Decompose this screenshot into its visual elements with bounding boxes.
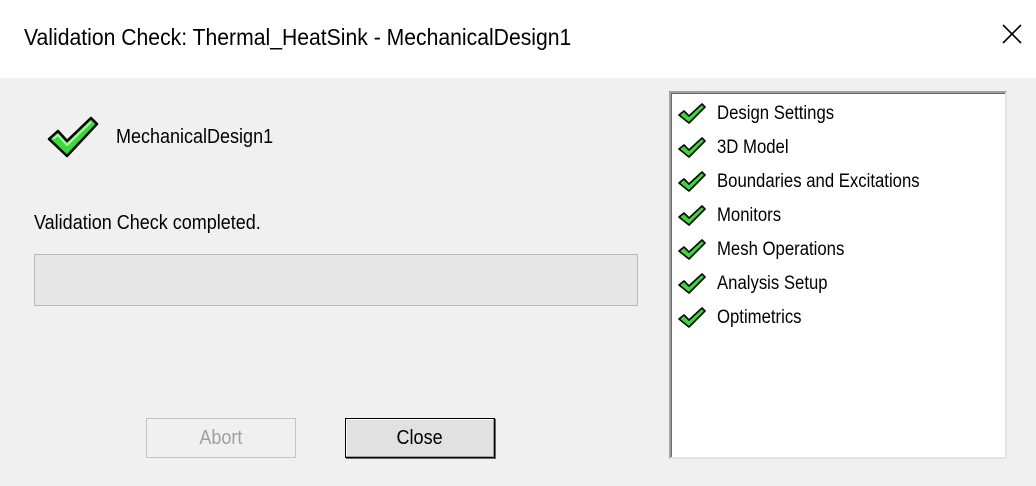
window-title: Validation Check: Thermal_HeatSink - Mec… [24,24,572,50]
check-result-label: 3D Model [717,137,789,158]
check-result-item[interactable]: Optimetrics [671,301,1005,335]
check-results-list[interactable]: Design Settings 3D Model Boundaries and Ex… [669,91,1007,459]
check-result-item[interactable]: 3D Model [671,131,1005,165]
close-icon [1002,24,1022,44]
title-bar: Validation Check: Thermal_HeatSink - Mec… [0,0,1036,78]
check-result-item[interactable]: Design Settings [671,97,1005,131]
green-check-icon [678,103,706,124]
green-check-icon [678,239,706,260]
close-window-button[interactable] [994,14,1030,54]
green-check-icon [678,171,706,192]
green-check-icon [678,273,706,294]
abort-button-label: Abort [199,426,243,449]
design-status-row: MechanicalDesign1 [46,112,291,162]
check-result-item[interactable]: Analysis Setup [671,267,1005,301]
validation-check-dialog: Validation Check: Thermal_HeatSink - Mec… [0,0,1036,486]
abort-button[interactable]: Abort [146,418,296,458]
check-result-label: Optimetrics [717,307,802,328]
check-result-label: Monitors [717,205,782,226]
check-result-label: Boundaries and Excitations [717,171,920,192]
check-result-label: Analysis Setup [717,273,828,294]
green-check-icon [47,116,99,158]
status-message: Validation Check completed. [34,212,261,234]
check-result-label: Mesh Operations [717,239,845,260]
close-button[interactable]: Close [345,418,495,458]
green-check-icon [678,137,706,158]
check-result-label: Design Settings [717,103,835,124]
check-result-item[interactable]: Boundaries and Excitations [671,165,1005,199]
green-check-icon [678,205,706,226]
close-button-label: Close [396,426,444,449]
green-check-icon [678,307,706,328]
check-result-item[interactable]: Mesh Operations [671,233,1005,267]
check-result-item[interactable]: Monitors [671,199,1005,233]
progress-bar [34,254,638,306]
design-name: MechanicalDesign1 [116,125,274,148]
